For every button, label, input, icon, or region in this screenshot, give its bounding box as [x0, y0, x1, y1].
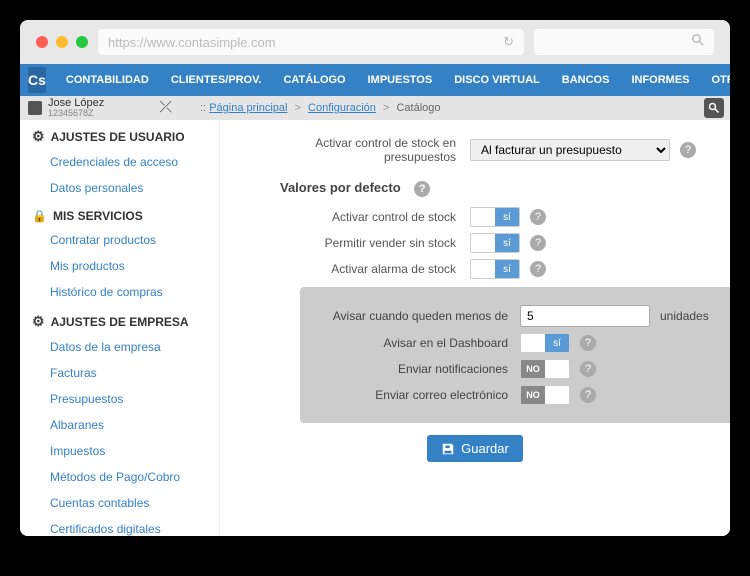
sidebar-item-facturas[interactable]: Facturas — [20, 360, 219, 386]
nav-impuestos[interactable]: IMPUESTOS — [358, 74, 443, 86]
sidebar-item-impuestos[interactable]: Impuestos — [20, 438, 219, 464]
label-vender-sin-stock: Permitir vender sin stock — [250, 236, 470, 250]
row-vender-sin-stock: Permitir vender sin stock sí ? — [250, 233, 700, 253]
sidebar-item-datos-empresa[interactable]: Datos de la empresa — [20, 334, 219, 360]
save-button[interactable]: Guardar — [427, 435, 523, 462]
sidebar-item-contratar[interactable]: Contratar productos — [20, 227, 219, 253]
nav-contabilidad[interactable]: CONTABILIDAD — [56, 74, 159, 86]
help-icon[interactable]: ? — [530, 261, 546, 277]
nav-informes[interactable]: INFORMES — [621, 74, 699, 86]
sidebar-section-empresa: ⚙AJUSTES DE EMPRESA — [20, 305, 219, 334]
minimize-window-icon[interactable] — [56, 36, 68, 48]
help-icon[interactable]: ? — [414, 181, 430, 197]
refresh-icon[interactable]: ↻ — [503, 34, 514, 50]
sidebar-section-user: ⚙AJUSTES DE USUARIO — [20, 120, 219, 149]
alarm-settings-box: Avisar cuando queden menos de unidades A… — [300, 287, 730, 423]
user-box: Jose López 12345678Z ⤫ — [20, 98, 180, 118]
toggle-alarma-stock[interactable]: sí — [470, 259, 520, 279]
breadcrumb: :: Página principal > Configuración > Ca… — [180, 102, 441, 114]
browser-search[interactable] — [534, 29, 714, 55]
workspace: ⚙AJUSTES DE USUARIO Credenciales de acce… — [20, 120, 730, 536]
nav-catalogo[interactable]: CATÁLOGO — [273, 74, 355, 86]
sidebar-item-cuentas[interactable]: Cuentas contables — [20, 490, 219, 516]
label-activar-stock: Activar control de stock — [250, 210, 470, 224]
input-avisar-cantidad[interactable] — [520, 305, 650, 327]
nav-disco[interactable]: DISCO VIRTUAL — [444, 74, 550, 86]
label-notificaciones: Enviar notificaciones — [320, 362, 520, 376]
row-correo: Enviar correo electrónico NO ? — [320, 385, 730, 405]
nav-clientes[interactable]: CLIENTES/PROV. — [161, 74, 272, 86]
nav-bancos[interactable]: BANCOS — [552, 74, 620, 86]
toggle-correo[interactable]: NO — [520, 385, 570, 405]
content: Activar control de stock en presupuestos… — [220, 120, 730, 536]
save-icon — [441, 442, 455, 456]
sidebar-section-servicios: 🔒MIS SERVICIOS — [20, 201, 219, 227]
url-text: https://www.contasimple.com — [108, 35, 276, 50]
row-avisar-cantidad: Avisar cuando queden menos de unidades — [320, 305, 730, 327]
user-icon — [28, 101, 42, 115]
label-avisar-dashboard: Avisar en el Dashboard — [320, 336, 520, 350]
row-avisar-dashboard: Avisar en el Dashboard sí ? — [320, 333, 730, 353]
breadcrumb-prefix: :: — [200, 102, 206, 114]
toggle-activar-stock[interactable]: sí — [470, 207, 520, 227]
help-icon[interactable]: ? — [680, 142, 696, 158]
row-activar-stock: Activar control de stock sí ? — [250, 207, 700, 227]
sub-bar: Jose López 12345678Z ⤫ :: Página princip… — [20, 96, 730, 120]
help-icon[interactable]: ? — [580, 335, 596, 351]
unit-label: unidades — [660, 309, 709, 323]
sidebar-item-certificados[interactable]: Certificados digitales — [20, 516, 219, 536]
main-nav: Cs CONTABILIDAD CLIENTES/PROV. CATÁLOGO … — [20, 64, 730, 96]
toggle-avisar-dashboard[interactable]: sí — [520, 333, 570, 353]
sidebar-item-credenciales[interactable]: Credenciales de acceso — [20, 149, 219, 175]
row-stock-budget: Activar control de stock en presupuestos… — [250, 136, 700, 164]
sidebar-item-presupuestos[interactable]: Presupuestos — [20, 386, 219, 412]
row-notificaciones: Enviar notificaciones NO ? — [320, 359, 730, 379]
select-stock-budget[interactable]: Al facturar un presupuesto — [470, 139, 670, 161]
label-stock-budget: Activar control de stock en presupuestos — [250, 136, 470, 164]
maximize-window-icon[interactable] — [76, 36, 88, 48]
breadcrumb-current: Catálogo — [396, 102, 440, 114]
help-icon[interactable]: ? — [530, 209, 546, 225]
sidebar-item-historico[interactable]: Histórico de compras — [20, 279, 219, 305]
window-controls — [36, 36, 88, 48]
user-id: 12345678Z — [48, 109, 104, 118]
page-search-button[interactable] — [704, 98, 724, 118]
browser-chrome: https://www.contasimple.com ↻ — [20, 20, 730, 64]
gear-icon: ⚙ — [32, 128, 45, 145]
sidebar-item-datos-personales[interactable]: Datos personales — [20, 175, 219, 201]
row-alarma-stock: Activar alarma de stock sí ? — [250, 259, 700, 279]
defaults-title: Valores por defecto ? — [250, 180, 700, 197]
toggle-notificaciones[interactable]: NO — [520, 359, 570, 379]
close-window-icon[interactable] — [36, 36, 48, 48]
help-icon[interactable]: ? — [580, 387, 596, 403]
sidebar-item-albaranes[interactable]: Albaranes — [20, 412, 219, 438]
logo[interactable]: Cs — [28, 67, 46, 93]
collapse-sidebar-icon[interactable]: ⤫ — [159, 99, 172, 117]
lock-icon: 🔒 — [32, 209, 47, 223]
browser-window: https://www.contasimple.com ↻ Cs CONTABI… — [20, 20, 730, 536]
help-icon[interactable]: ? — [530, 235, 546, 251]
label-correo: Enviar correo electrónico — [320, 388, 520, 402]
gear-icon: ⚙ — [32, 313, 45, 330]
sidebar-item-mis-productos[interactable]: Mis productos — [20, 253, 219, 279]
sidebar: ⚙AJUSTES DE USUARIO Credenciales de acce… — [20, 120, 220, 536]
breadcrumb-home[interactable]: Página principal — [209, 102, 287, 114]
label-alarma-stock: Activar alarma de stock — [250, 262, 470, 276]
nav-otros[interactable]: OTROS — [702, 74, 731, 86]
url-bar[interactable]: https://www.contasimple.com ↻ — [98, 29, 524, 55]
toggle-vender-sin-stock[interactable]: sí — [470, 233, 520, 253]
label-avisar-cantidad: Avisar cuando queden menos de — [320, 309, 520, 323]
breadcrumb-config[interactable]: Configuración — [308, 102, 376, 114]
search-icon — [692, 33, 704, 51]
help-icon[interactable]: ? — [580, 361, 596, 377]
sidebar-item-metodos-pago[interactable]: Métodos de Pago/Cobro — [20, 464, 219, 490]
